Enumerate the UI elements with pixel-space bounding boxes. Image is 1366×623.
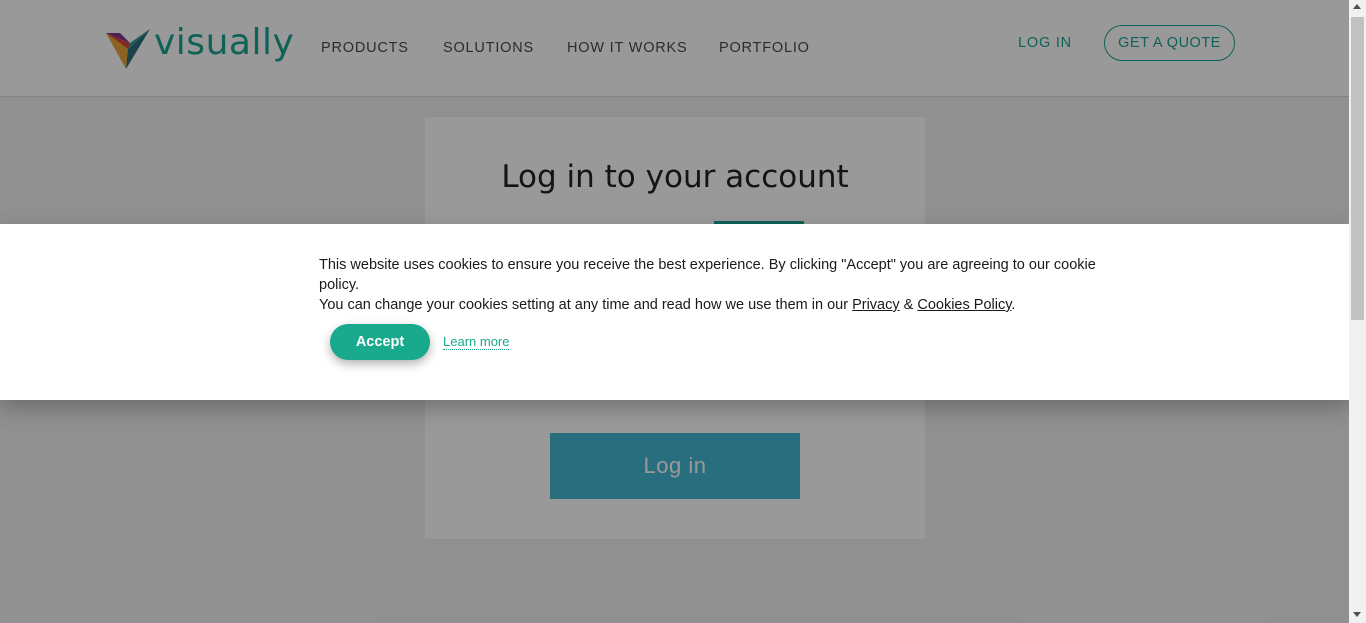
cookie-line2-suffix: . — [1011, 297, 1016, 313]
scroll-down-arrow-icon[interactable] — [1353, 612, 1361, 617]
cookie-message: This website uses cookies to ensure you … — [319, 255, 1119, 315]
scroll-up-arrow-icon[interactable] — [1353, 4, 1361, 9]
scrollbar-thumb[interactable] — [1351, 17, 1364, 320]
cookie-banner: This website uses cookies to ensure you … — [0, 224, 1349, 400]
privacy-link[interactable]: Privacy — [852, 297, 900, 313]
accept-button[interactable]: Accept — [330, 324, 430, 360]
cookie-message-line1: This website uses cookies to ensure you … — [319, 257, 1096, 293]
cookie-message-line2: You can change your cookies setting at a… — [319, 295, 1119, 315]
learn-more-link[interactable]: Learn more — [443, 335, 510, 350]
cookie-ampersand: & — [899, 297, 918, 313]
vertical-scrollbar[interactable] — [1349, 0, 1366, 623]
cookie-line2-prefix: You can change your cookies setting at a… — [319, 297, 853, 313]
cookies-policy-link[interactable]: Cookies Policy — [917, 297, 1011, 313]
